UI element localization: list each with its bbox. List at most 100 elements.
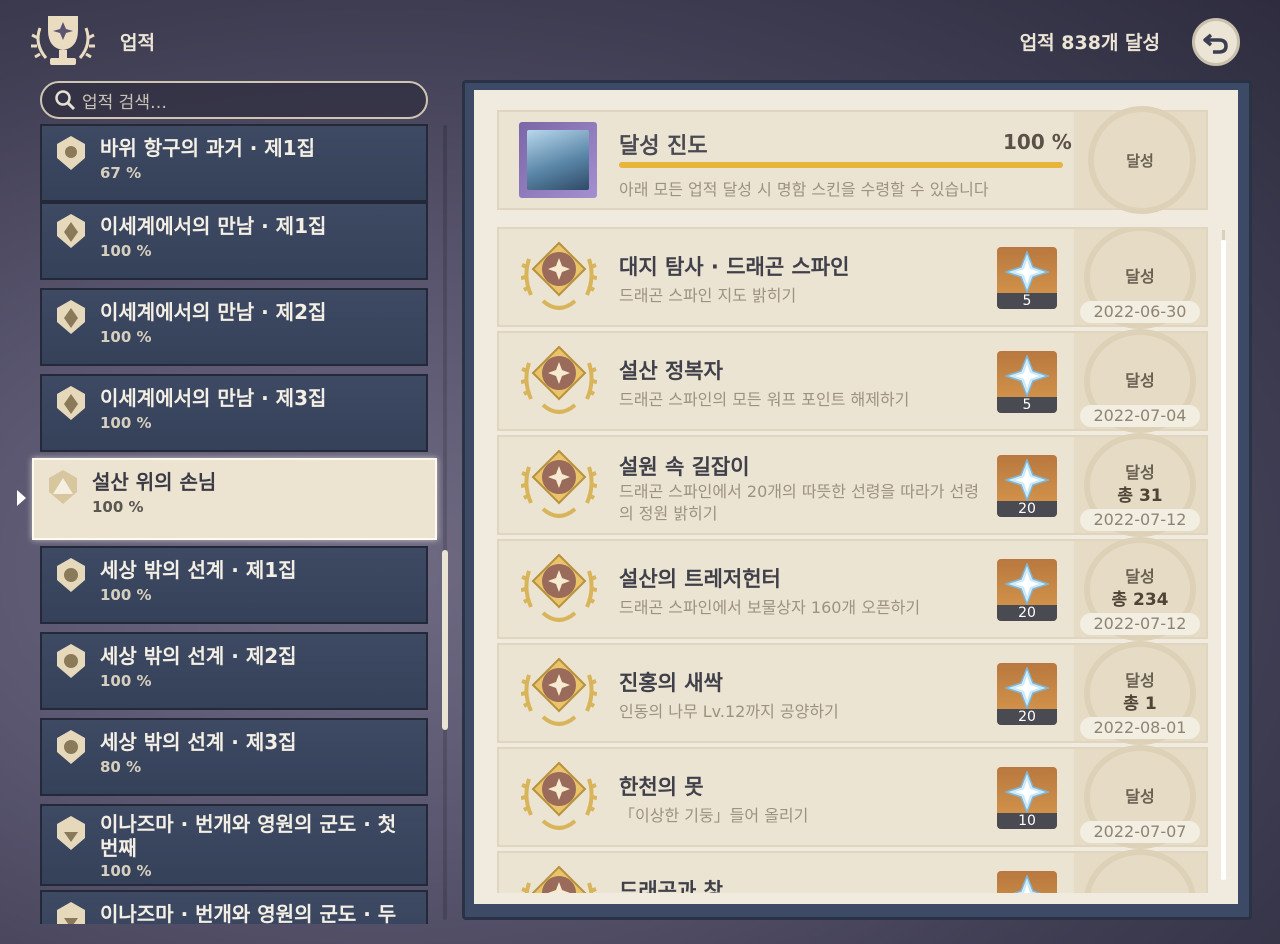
- achievement-date: 2022-06-30: [1080, 301, 1200, 323]
- category-emblem-icon: [57, 214, 85, 248]
- reward-count: 20: [997, 709, 1057, 725]
- category-name: 이세계에서의 만남 · 제2집: [100, 300, 327, 324]
- progress-title: 달성 진도: [619, 134, 708, 159]
- category-item[interactable]: 이세계에서의 만남 · 제3집 100 %: [40, 374, 428, 452]
- achievement-title: 대지 탐사 · 드래곤 스파인: [619, 255, 850, 279]
- reward-item: [997, 871, 1057, 893]
- progress-description: 아래 모든 업적 달성 시 명함 스킨을 수령할 수 있습니다: [619, 180, 989, 199]
- completion-stamp: [1074, 849, 1206, 893]
- achievement-title: 설산의 트레저헌터: [619, 567, 781, 591]
- reward-count: 20: [997, 501, 1057, 517]
- achievement-title: 진홍의 새싹: [619, 671, 723, 695]
- achievement-title: 한천의 못: [619, 775, 704, 799]
- category-percent: 100 %: [100, 328, 152, 346]
- achievement-description: 드래곤 스파인에서 보물상자 160개 오픈하기: [619, 598, 921, 617]
- category-name: 이나즈마 · 번개와 영원의 군도 · 첫 번째: [100, 812, 397, 860]
- category-percent: 67 %: [100, 164, 142, 182]
- category-emblem-icon: [57, 386, 85, 420]
- achievement-item[interactable]: 설산의 트레저헌터 드래곤 스파인에서 보물상자 160개 오픈하기 20 달성 총 2…: [497, 537, 1208, 641]
- category-name: 이세계에서의 만남 · 제1집: [100, 214, 327, 238]
- search-input[interactable]: 업적 검색…: [40, 81, 428, 119]
- primogem-icon: [1005, 563, 1049, 605]
- category-item[interactable]: 세상 밖의 선계 · 제2집 100 %: [40, 632, 428, 710]
- completion-stamp: 달성 2022-06-30: [1074, 227, 1206, 329]
- achievement-medal-icon: [521, 657, 597, 726]
- achievement-medal-icon: [521, 553, 597, 622]
- progress-bar-fill: [619, 162, 1063, 168]
- achievement-count: 업적 838개 달성: [1019, 32, 1160, 54]
- achievement-medal-icon: [521, 449, 597, 518]
- category-item[interactable]: 이나즈마 · 번개와 영원의 군도 · 첫 번째 100 %: [40, 804, 428, 886]
- category-item[interactable]: 세상 밖의 선계 · 제1집 100 %: [40, 546, 428, 624]
- primogem-icon: [1005, 355, 1049, 397]
- category-item[interactable]: 세상 밖의 선계 · 제3집 80 %: [40, 718, 428, 796]
- category-item[interactable]: 이세계에서의 만남 · 제1집 100 %: [40, 202, 428, 280]
- stamp-label: 달성: [1125, 267, 1155, 286]
- stamp-label: 달성: [1125, 463, 1155, 482]
- category-emblem-icon: [57, 300, 85, 334]
- achievement-date: 2022-07-12: [1080, 509, 1200, 531]
- achievement-total: 총 234: [1111, 590, 1169, 610]
- category-name: 이나즈마 · 번개와 영원의 군도 · 두: [100, 902, 397, 924]
- achievement-item[interactable]: 진홍의 새싹 인동의 나무 Lv.12까지 공양하기 20 달성 총 1 2022-08-…: [497, 641, 1208, 745]
- back-arrow-icon: [1203, 33, 1228, 54]
- achievement-description: 드래곤 스파인 지도 밝히기: [619, 286, 797, 305]
- achievement-item[interactable]: 설원 속 길잡이드래곤 스파인에서 20개의 따뜻한 선령을 따라가 선령의 정…: [497, 433, 1208, 537]
- primogem-icon: [1012, 875, 1042, 893]
- achievement-medal-icon: [521, 865, 597, 893]
- category-percent: 100 %: [100, 862, 152, 880]
- stamp-label: 달성: [1125, 787, 1155, 806]
- selected-indicator-icon: [17, 490, 26, 506]
- reward-count: 5: [997, 397, 1057, 413]
- category-percent: 100 %: [100, 672, 152, 690]
- category-item[interactable]: 이세계에서의 만남 · 제2집 100 %: [40, 288, 428, 366]
- achievement-title: 드래곤과 창: [619, 879, 723, 893]
- achievement-description: 인동의 나무 Lv.12까지 공양하기: [619, 702, 839, 721]
- completion-stamp: 달성 총 234 2022-07-12: [1074, 537, 1206, 641]
- category-percent: 100 %: [100, 414, 152, 432]
- achievement-date: 2022-07-07: [1080, 821, 1200, 843]
- achievement-item[interactable]: 드래곤과 창: [497, 849, 1208, 893]
- achievement-total: 총 1: [1123, 694, 1157, 714]
- category-scrollbar[interactable]: [443, 125, 447, 920]
- category-percent: 100 %: [92, 498, 144, 516]
- primogem-icon: [1005, 251, 1049, 293]
- achievement-scrollbar-thumb[interactable]: [1221, 240, 1226, 880]
- achievement-list[interactable]: 대지 탐사 · 드래곤 스파인드래곤 스파인 지도 밝히기 5 달성 2022-06-…: [497, 227, 1208, 893]
- achievement-description: 「이상한 기둥」들어 올리기: [619, 806, 809, 825]
- category-emblem-icon: [57, 644, 85, 678]
- completion-stamp: 달성 총 31 2022-07-12: [1074, 433, 1206, 537]
- achievement-item[interactable]: 한천의 못 「이상한 기둥」들어 올리기 10 달성 2022-07-07: [497, 745, 1208, 849]
- category-name: 이세계에서의 만남 · 제3집: [100, 386, 327, 410]
- category-item[interactable]: 이나즈마 · 번개와 영원의 군도 · 두: [40, 890, 428, 924]
- category-emblem-icon: [57, 902, 85, 924]
- back-button[interactable]: [1192, 18, 1240, 66]
- primogem-icon: [1005, 459, 1049, 501]
- category-emblem-icon: [57, 136, 85, 170]
- achievement-medal-icon: [521, 241, 597, 310]
- search-icon: [55, 90, 76, 111]
- search-placeholder: 업적 검색…: [82, 92, 167, 113]
- completion-stamp: 달성 2022-07-04: [1074, 329, 1206, 433]
- achievement-title: 설원 속 길잡이: [619, 455, 750, 479]
- achievement-date: 2022-07-12: [1080, 613, 1200, 635]
- category-item-selected[interactable]: 설산 위의 손님 100 %: [32, 458, 437, 540]
- category-percent: 80 %: [100, 758, 142, 776]
- achievement-title: 설산 정복자: [619, 359, 723, 383]
- reward-count: 20: [997, 605, 1057, 621]
- achievement-description: 드래곤 스파인에서 20개의 따뜻한 선령을 따라가 선령의 정원 밝히기: [619, 482, 979, 523]
- category-scrollbar-thumb[interactable]: [442, 550, 448, 730]
- completion-stamp: 달성: [1074, 106, 1206, 214]
- category-emblem-icon: [57, 730, 85, 764]
- completion-stamp: 달성 2022-07-07: [1074, 745, 1206, 849]
- achievement-date: 2022-07-04: [1080, 405, 1200, 427]
- category-percent: 100 %: [100, 242, 152, 260]
- progress-bar: [619, 162, 1063, 168]
- category-item[interactable]: 바위 항구의 과거 · 제1집 67 %: [40, 124, 428, 202]
- category-list[interactable]: 바위 항구의 과거 · 제1집 67 % 이세계에서의 만남 · 제1집 100…: [0, 124, 460, 924]
- achievement-description: 드래곤 스파인의 모든 워프 포인트 해제하기: [619, 390, 910, 409]
- namecard-reward-image: [519, 122, 597, 198]
- achievement-item[interactable]: 대지 탐사 · 드래곤 스파인 드래곤 스파인 지도 밝히기 5 달성 2022-06-…: [497, 227, 1208, 329]
- achievement-item[interactable]: 설산 정복자드래곤 스파인의 모든 워프 포인트 해제하기 5 달성 2022-07-…: [497, 329, 1208, 433]
- stamp-label: 달성: [1126, 152, 1154, 170]
